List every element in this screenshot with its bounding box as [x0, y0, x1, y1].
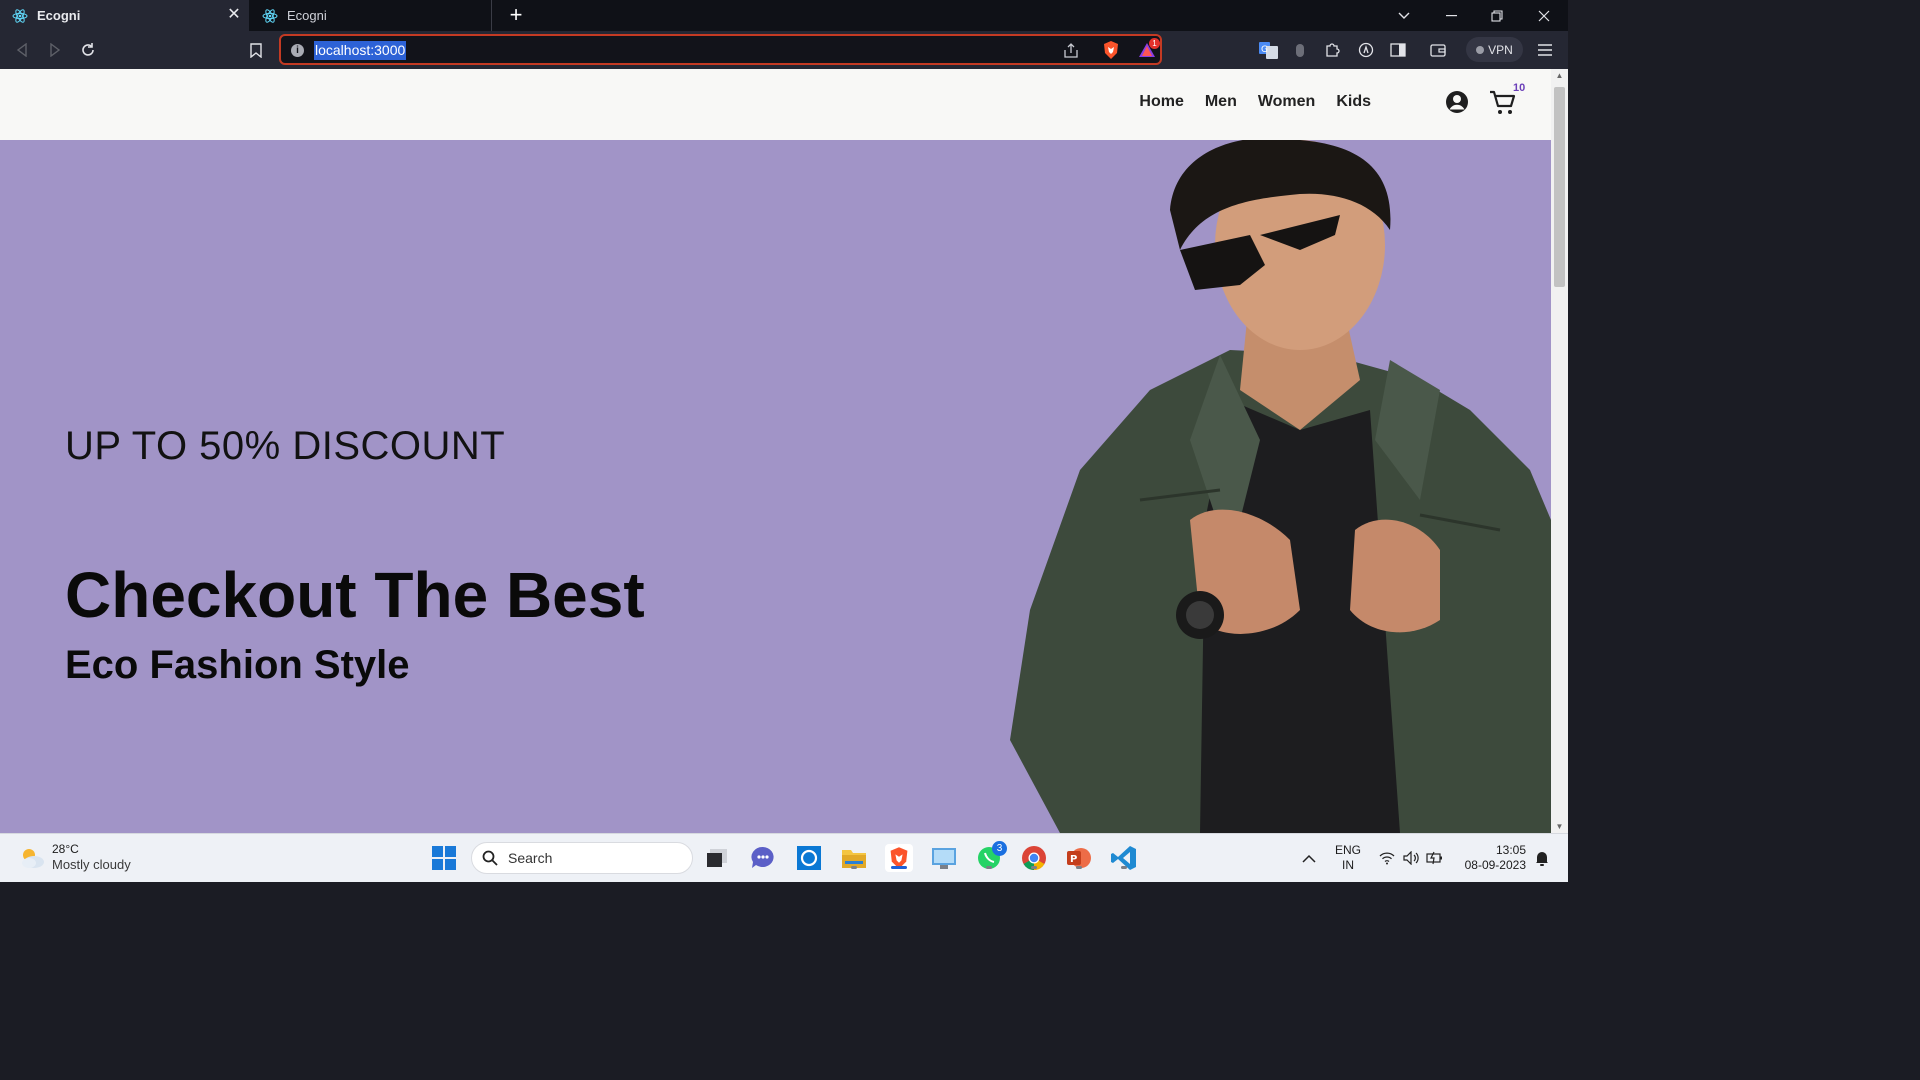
close-window-button[interactable]: [1521, 0, 1567, 31]
running-indicator: [1076, 866, 1082, 869]
battery-icon[interactable]: [1421, 844, 1449, 872]
vpn-button[interactable]: VPN: [1466, 37, 1523, 62]
scroll-down-arrow-icon[interactable]: ▼: [1555, 822, 1564, 831]
tab-search-chevron-icon[interactable]: [1381, 0, 1427, 31]
tab-ecogni-active[interactable]: Ecogni ✕: [0, 0, 249, 31]
close-tab-icon[interactable]: ✕: [225, 6, 243, 24]
page-scrollbar[interactable]: ▲ ▼: [1551, 69, 1568, 833]
nav-kids-link[interactable]: Kids: [1336, 91, 1371, 113]
partly-cloudy-icon: [22, 848, 44, 868]
menu-hamburger-icon[interactable]: [1535, 40, 1555, 60]
nav-home-link[interactable]: Home: [1139, 91, 1183, 113]
hero-model-image: [1010, 140, 1551, 833]
svg-text:G: G: [1261, 45, 1268, 55]
address-bar[interactable]: i localhost:3000 1: [279, 34, 1162, 65]
extension-mouse-icon[interactable]: [1290, 40, 1310, 60]
extensions-puzzle-icon[interactable]: [1322, 40, 1342, 60]
running-indicator: [851, 866, 857, 869]
cortana-app-icon[interactable]: [795, 844, 823, 872]
cart-count-badge: 10: [1513, 82, 1526, 94]
language-indicator[interactable]: ENG IN: [1333, 843, 1363, 873]
main-nav: Home Men Women Kids: [1139, 91, 1371, 113]
running-indicator: [1031, 866, 1037, 869]
vpn-status-dot: [1476, 45, 1485, 54]
weather-widget[interactable]: 28°C Mostly cloudy: [18, 842, 131, 873]
system-clock[interactable]: 13:05 08-09-2023: [1458, 843, 1526, 873]
whatsapp-badge: 3: [992, 841, 1007, 856]
site-info-icon[interactable]: i: [291, 44, 304, 57]
brave-rewards-icon[interactable]: 1: [1137, 38, 1160, 60]
clock-time: 13:05: [1495, 843, 1526, 857]
running-indicator: [986, 866, 992, 869]
control-panel-icon[interactable]: [930, 844, 958, 872]
scrollbar-thumb[interactable]: [1554, 87, 1565, 287]
url-text[interactable]: localhost:3000: [314, 41, 407, 60]
running-indicator: [1121, 866, 1127, 869]
minimize-button[interactable]: [1428, 0, 1474, 31]
weather-temp: 28°C: [52, 842, 79, 856]
tab-ecogni[interactable]: Ecogni: [250, 0, 492, 31]
forward-icon[interactable]: [45, 40, 65, 60]
weather-condition: Mostly cloudy: [52, 857, 131, 872]
sidebar-toggle-icon[interactable]: [1388, 40, 1408, 60]
task-view-icon[interactable]: [703, 844, 731, 872]
tab-strip: Ecogni ✕ Ecogni +: [0, 0, 1568, 31]
taskbar-search-placeholder: Search: [508, 850, 553, 866]
user-profile-icon[interactable]: [1445, 90, 1469, 114]
rewards-badge: 1: [1149, 38, 1160, 49]
nav-women-link[interactable]: Women: [1258, 91, 1315, 113]
browser-window: Ecogni ✕ Ecogni + i localhost:3000 1 G V…: [0, 0, 1568, 882]
windows-taskbar: 28°C Mostly cloudy Search 3 P ENG IN 13:…: [0, 833, 1568, 882]
bookmark-icon[interactable]: [246, 40, 266, 60]
react-icon: [12, 8, 28, 23]
powerpoint-icon[interactable]: P: [1065, 844, 1093, 872]
windows-start-icon[interactable]: [430, 844, 458, 872]
language-line1: ENG: [1334, 843, 1361, 857]
clock-date: 08-09-2023: [1464, 858, 1526, 872]
browser-toolbar: i localhost:3000 1 G VPN: [0, 31, 1568, 69]
share-icon[interactable]: [1061, 41, 1081, 61]
active-indicator: [891, 866, 907, 869]
back-icon[interactable]: [12, 40, 32, 60]
taskbar-search[interactable]: Search: [471, 842, 693, 874]
page-viewport: Home Men Women Kids 10 UP TO 50% DISCOUN…: [0, 69, 1568, 833]
tray-chevron-up-icon[interactable]: [1295, 844, 1323, 872]
language-line2: IN: [1342, 858, 1354, 872]
tab-title: Ecogni: [37, 8, 81, 23]
svg-text:P: P: [1070, 854, 1077, 865]
vscode-icon[interactable]: [1110, 844, 1138, 872]
reload-icon[interactable]: [78, 40, 98, 60]
tab-title: Ecogni: [287, 8, 327, 23]
new-tab-button[interactable]: +: [505, 4, 527, 26]
vpn-label: VPN: [1488, 42, 1513, 57]
translate-icon[interactable]: G: [1258, 40, 1278, 60]
restore-button[interactable]: [1474, 0, 1520, 31]
file-explorer-icon[interactable]: [840, 844, 868, 872]
hero-subline: Eco Fashion Style: [65, 643, 410, 687]
hero-banner: UP TO 50% DISCOUNT Checkout The Best Eco…: [0, 140, 1551, 833]
hero-discount-text: UP TO 50% DISCOUNT: [65, 424, 506, 468]
leo-ai-icon[interactable]: [1356, 40, 1376, 60]
notification-center-icon[interactable]: [1528, 844, 1556, 872]
chat-app-icon[interactable]: [749, 844, 777, 872]
react-icon: [262, 8, 278, 23]
wallet-icon[interactable]: [1428, 40, 1448, 60]
brave-browser-taskbar-icon[interactable]: [885, 844, 913, 872]
whatsapp-icon[interactable]: 3: [975, 841, 1007, 872]
chrome-icon[interactable]: [1020, 844, 1048, 872]
scroll-up-arrow-icon[interactable]: ▲: [1555, 71, 1564, 80]
running-indicator: [941, 866, 947, 869]
site-navbar: Home Men Women Kids 10: [0, 69, 1551, 140]
search-icon: [482, 850, 498, 866]
hero-headline: Checkout The Best: [65, 559, 645, 631]
brave-shields-icon[interactable]: [1101, 40, 1121, 60]
nav-men-link[interactable]: Men: [1205, 91, 1237, 113]
